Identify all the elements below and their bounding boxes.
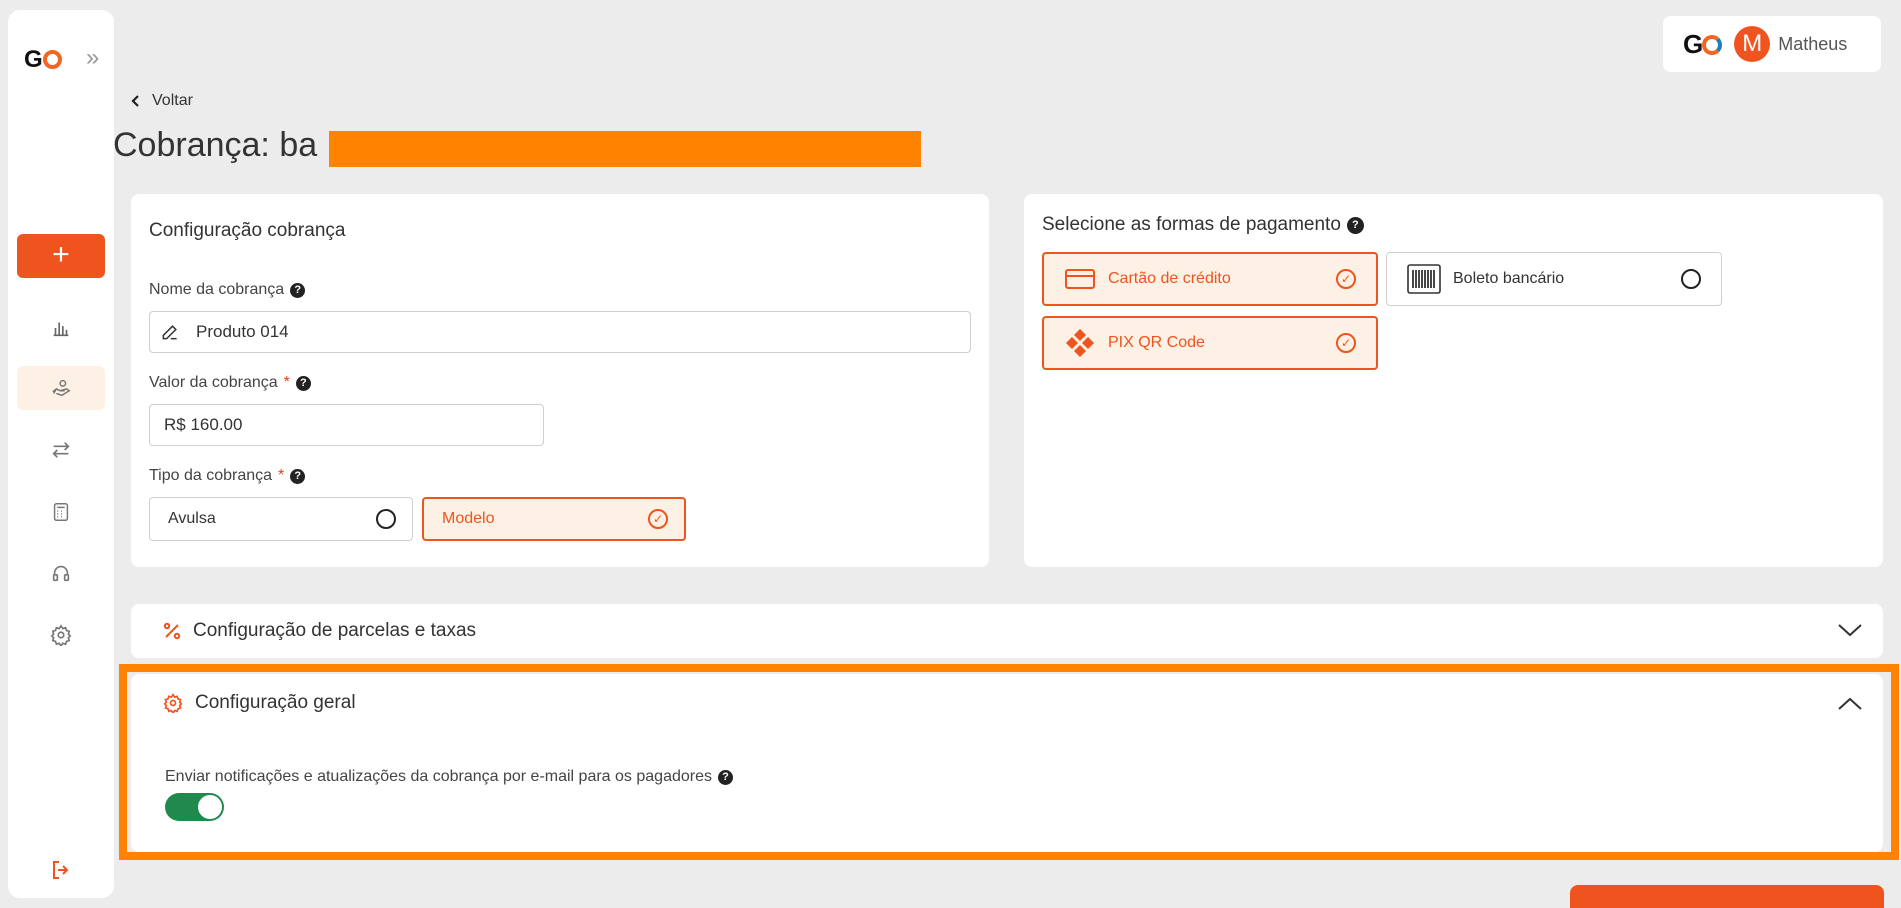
- save-button[interactable]: [1570, 885, 1884, 908]
- radio-unchecked-icon: [1681, 269, 1701, 289]
- help-icon[interactable]: ?: [290, 282, 306, 298]
- payment-methods-card: Selecione as formas de pagamento ? Cartã…: [1024, 194, 1883, 567]
- bar-chart-icon: [53, 322, 69, 337]
- logout-button[interactable]: [17, 848, 105, 892]
- user-name: Matheus: [1778, 33, 1848, 54]
- nav-charges[interactable]: [17, 366, 105, 410]
- check-circle-icon: ✓: [1336, 269, 1356, 289]
- help-icon[interactable]: ?: [1346, 216, 1364, 234]
- value-input[interactable]: R$ 160.00: [149, 404, 544, 446]
- installments-header[interactable]: Configuração de parcelas e taxas: [163, 620, 476, 642]
- type-label: Tipo da cobrança: [149, 467, 273, 484]
- check-circle-icon: ✓: [1336, 333, 1356, 353]
- chevron-down-icon[interactable]: [1837, 622, 1863, 638]
- redaction-bar: [329, 131, 921, 167]
- name-value: Produto 014: [196, 322, 289, 341]
- nav-settings[interactable]: [17, 613, 105, 657]
- gear-icon: [50, 624, 72, 646]
- add-button[interactable]: +: [17, 234, 105, 278]
- required-mark: *: [278, 467, 285, 484]
- sidebar: G » +: [8, 10, 114, 898]
- required-mark: *: [283, 374, 290, 391]
- radio-unchecked-icon: [376, 509, 396, 529]
- nav-support[interactable]: [17, 551, 105, 595]
- calculator-icon: [53, 503, 69, 521]
- app-logo: G: [24, 46, 62, 74]
- type-option-avulsa[interactable]: Avulsa: [149, 497, 413, 541]
- installments-section[interactable]: Configuração de parcelas e taxas: [131, 604, 1883, 658]
- back-link[interactable]: Voltar: [130, 92, 193, 110]
- type-label-row: Tipo da cobrança * ?: [149, 467, 306, 485]
- payment-label: PIX QR Code: [1108, 334, 1205, 351]
- payment-label: Cartão de crédito: [1108, 270, 1231, 287]
- percent-icon: [163, 622, 181, 640]
- nav-calculator[interactable]: [17, 490, 105, 534]
- help-icon[interactable]: ?: [295, 375, 311, 391]
- payment-credit-card[interactable]: Cartão de crédito ✓: [1042, 252, 1378, 306]
- name-input[interactable]: Produto 014: [149, 311, 971, 353]
- type-option-label: Modelo: [442, 510, 495, 527]
- name-label: Nome da cobrança: [149, 281, 285, 298]
- payment-title: Selecione as formas de pagamento: [1042, 214, 1341, 235]
- page-title: Cobrança: ba: [113, 126, 318, 164]
- avatar: M: [1734, 26, 1771, 62]
- nav-dashboard[interactable]: [17, 306, 105, 350]
- type-option-label: Avulsa: [168, 510, 216, 527]
- back-label: Voltar: [152, 92, 193, 109]
- expand-sidebar-icon[interactable]: »: [86, 44, 99, 72]
- value-value: R$ 160.00: [164, 415, 243, 434]
- transfer-arrows-icon: [52, 442, 70, 458]
- value-label-row: Valor da cobrança * ?: [149, 374, 311, 392]
- brand-logo: G: [1683, 29, 1723, 60]
- name-label-row: Nome da cobrança ?: [149, 281, 306, 299]
- charge-config-card: Configuração cobrança Nome da cobrança ?…: [131, 194, 989, 567]
- chevron-left-icon: [131, 95, 139, 107]
- payment-boleto[interactable]: Boleto bancário: [1386, 252, 1722, 306]
- type-option-modelo[interactable]: Modelo ✓: [422, 497, 686, 541]
- payment-label: Boleto bancário: [1453, 270, 1565, 287]
- barcode-icon: [1407, 264, 1441, 294]
- user-menu[interactable]: G M Matheus: [1663, 16, 1881, 72]
- help-icon[interactable]: ?: [290, 468, 306, 484]
- check-circle-icon: ✓: [648, 509, 668, 529]
- highlight-frame: [119, 664, 1899, 860]
- payment-pix[interactable]: PIX QR Code ✓: [1042, 316, 1378, 370]
- edit-icon: [162, 325, 177, 340]
- installments-title: Configuração de parcelas e taxas: [193, 620, 477, 641]
- logout-icon: [53, 861, 69, 879]
- headset-icon: [52, 565, 70, 582]
- card-title: Configuração cobrança: [149, 220, 346, 241]
- pix-icon: [1066, 329, 1094, 357]
- hand-money-icon: [52, 379, 71, 397]
- payment-title-row: Selecione as formas de pagamento ?: [1042, 214, 1364, 236]
- nav-transfers[interactable]: [17, 428, 105, 472]
- value-label: Valor da cobrança: [149, 374, 278, 391]
- credit-card-icon: [1065, 269, 1095, 289]
